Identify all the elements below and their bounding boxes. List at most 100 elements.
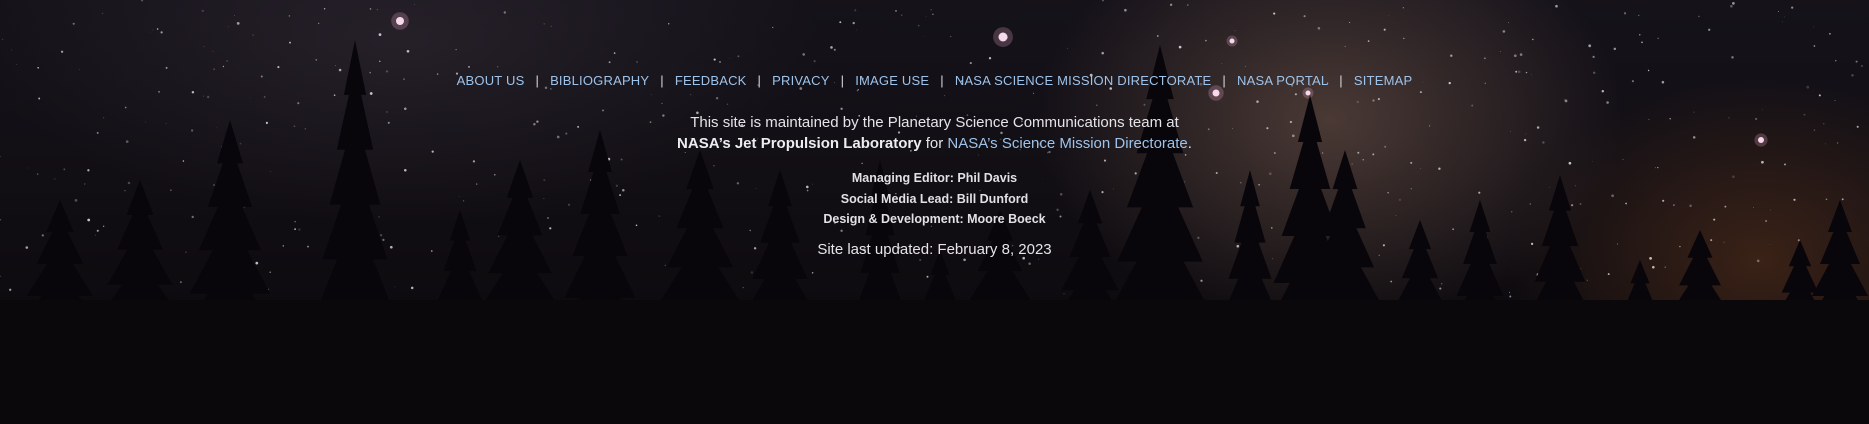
star	[202, 95, 205, 97]
site-last-updated: Site last updated: February 8, 2023	[817, 241, 1052, 258]
star	[729, 58, 730, 60]
star	[1519, 53, 1523, 56]
star	[333, 94, 336, 97]
star	[856, 89, 859, 92]
star	[1499, 51, 1501, 52]
star	[1234, 30, 1236, 32]
nav-link-privacy[interactable]: PRIVACY	[772, 73, 830, 88]
bright-star	[396, 17, 404, 25]
nav-separator: |	[1222, 73, 1226, 88]
jpl-org-name: NASA’s Jet Propulsion Laboratory	[677, 135, 922, 152]
star	[1294, 93, 1297, 96]
nav-link-about-us[interactable]: ABOUT US	[457, 73, 525, 88]
star	[165, 66, 168, 69]
star	[969, 62, 972, 65]
star	[1652, 265, 1655, 269]
star	[901, 14, 903, 16]
star	[497, 66, 499, 68]
nav-link-bibliography[interactable]: BIBLIOGRAPHY	[550, 73, 649, 88]
star	[96, 229, 99, 232]
star	[414, 4, 415, 6]
star	[1383, 28, 1386, 31]
forest-ground	[0, 300, 1869, 424]
star	[1367, 40, 1370, 42]
star	[156, 28, 159, 30]
star	[1607, 273, 1610, 276]
star	[1657, 37, 1659, 39]
star	[255, 261, 259, 265]
credit-design-development: Design & Development: Moore Boeck	[823, 212, 1046, 226]
star	[895, 9, 897, 12]
star	[1388, 15, 1390, 17]
star	[1834, 100, 1836, 101]
star	[1184, 154, 1187, 156]
star	[1592, 55, 1595, 59]
star	[410, 286, 414, 290]
maintained-by-notice: This site is maintained by the Planetary…	[0, 112, 1869, 154]
star	[1730, 4, 1733, 8]
star	[1402, 7, 1405, 9]
star	[963, 258, 966, 262]
star	[323, 8, 326, 10]
star	[550, 88, 552, 90]
star	[1156, 35, 1159, 37]
star	[861, 162, 863, 165]
star	[930, 9, 932, 11]
star	[203, 46, 205, 48]
star	[1028, 262, 1031, 265]
star	[550, 25, 552, 27]
star	[802, 53, 806, 56]
star	[269, 271, 271, 273]
star	[772, 26, 774, 28]
star	[1124, 8, 1127, 12]
star	[369, 8, 372, 10]
star	[1509, 291, 1510, 293]
site-footer: ABOUT US | BIBLIOGRAPHY | FEEDBACK | PRIVACY | I…	[0, 0, 1869, 424]
nav-link-feedback[interactable]: FEEDBACK	[675, 73, 747, 88]
nav-link-nasa-smd[interactable]: NASA SCIENCE MISSION DIRECTORATE	[955, 73, 1212, 88]
star	[406, 49, 410, 53]
star	[222, 65, 225, 68]
bright-star	[1229, 38, 1235, 44]
star	[472, 160, 476, 163]
star	[1063, 293, 1065, 295]
star	[1732, 2, 1735, 5]
star	[1855, 60, 1858, 63]
for-text: for	[921, 135, 948, 152]
star	[252, 34, 254, 36]
nav-link-image-use[interactable]: IMAGE USE	[855, 73, 929, 88]
star	[664, 264, 667, 267]
star	[376, 9, 378, 11]
star	[1178, 45, 1182, 49]
star	[379, 234, 383, 237]
star	[213, 68, 215, 70]
star	[152, 29, 154, 31]
smd-link[interactable]: NASA’s Science Mission Directorate	[947, 135, 1187, 152]
star	[1623, 12, 1627, 15]
star	[1390, 280, 1393, 283]
nav-link-nasa-portal[interactable]: NASA PORTAL	[1237, 73, 1328, 88]
star	[1096, 104, 1098, 106]
star	[335, 65, 336, 67]
star	[1186, 4, 1189, 6]
star	[72, 22, 75, 25]
star	[1664, 266, 1666, 268]
star	[0, 275, 1, 277]
nav-link-sitemap[interactable]: SITEMAP	[1354, 73, 1412, 88]
star	[149, 32, 151, 33]
star	[1197, 236, 1200, 239]
star	[141, 0, 144, 2]
star	[749, 229, 751, 232]
star	[1169, 3, 1173, 6]
star	[1221, 63, 1223, 65]
star	[277, 66, 280, 69]
star	[772, 94, 773, 95]
star	[297, 102, 300, 105]
star	[661, 102, 663, 104]
star	[1606, 101, 1609, 104]
star	[1419, 91, 1422, 94]
period: .	[1187, 135, 1192, 152]
star	[1813, 45, 1816, 47]
star	[1271, 258, 1273, 260]
maintained-line-2: NASA’s Jet Propulsion Laboratory for NAS…	[0, 133, 1869, 154]
